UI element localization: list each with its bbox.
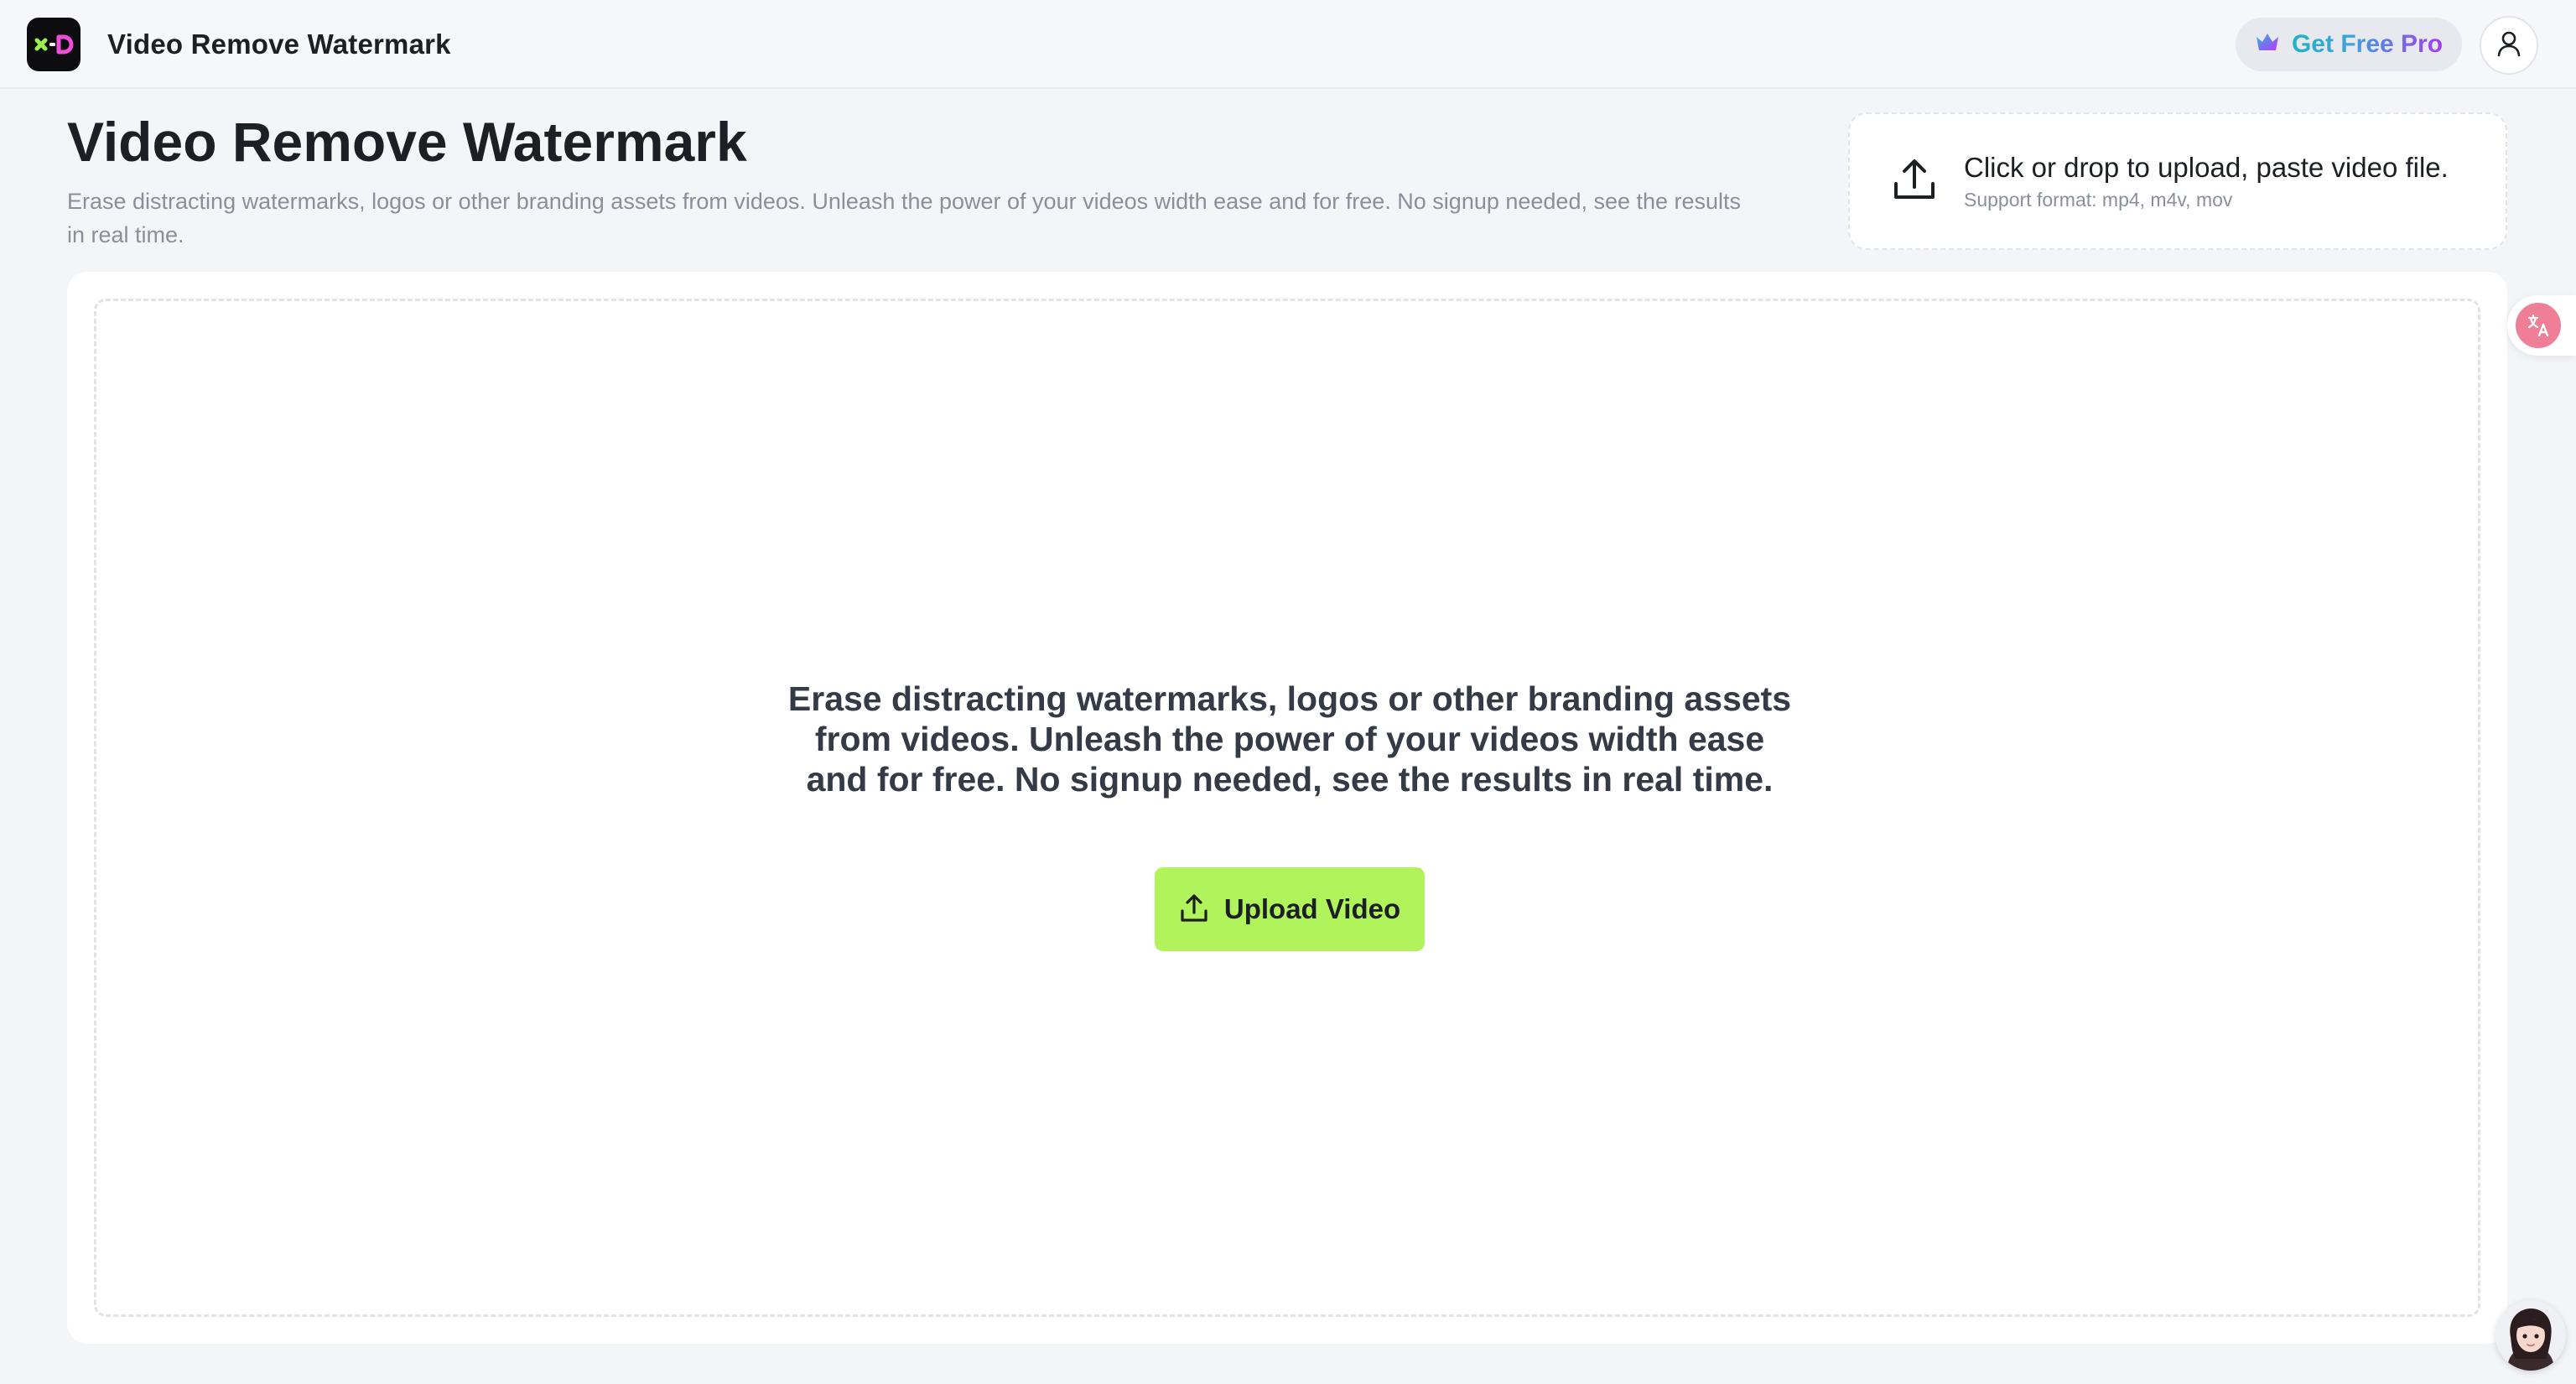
main-upload-card: Erase distracting watermarks, logos or o… [67, 272, 2507, 1344]
app-title: Video Remove Watermark [107, 29, 451, 60]
upload-icon [1179, 893, 1209, 926]
top-bar: Video Remove Watermark Get Free Pro [0, 0, 2576, 89]
x-d-logo-icon [27, 18, 80, 71]
crown-icon [2255, 32, 2280, 58]
page-title: Video Remove Watermark [67, 111, 747, 173]
upload-zone-instruction: Click or drop to upload, paste video fil… [1964, 152, 2449, 183]
get-free-pro-button[interactable]: Get Free Pro [2236, 18, 2462, 71]
upload-dropzone-compact[interactable]: Click or drop to upload, paste video fil… [1848, 112, 2507, 250]
brand-home-link[interactable]: Video Remove Watermark [27, 18, 451, 71]
video-dropzone[interactable]: Erase distracting watermarks, logos or o… [94, 299, 2480, 1317]
page-subtitle: Erase distracting watermarks, logos or o… [67, 189, 1742, 247]
assistant-avatar-icon[interactable] [2496, 1300, 2566, 1371]
translate-widget[interactable] [2507, 295, 2576, 356]
user-account-button[interactable] [2480, 16, 2538, 75]
upload-video-label: Upload Video [1223, 893, 1401, 924]
translate-icon [2516, 303, 2561, 348]
upload-video-button[interactable]: Upload Video [1155, 867, 1425, 951]
user-icon [2496, 30, 2521, 61]
upload-icon [1892, 157, 1937, 206]
get-free-pro-label: Get Free Pro [2291, 30, 2444, 58]
supported-formats: Support format: mp4, m4v, mov [1964, 189, 2233, 211]
dropzone-message: Erase distracting watermarks, logos or o… [787, 679, 1792, 799]
upload-zone-text: Click or drop to upload, paste video fil… [1964, 149, 2449, 213]
